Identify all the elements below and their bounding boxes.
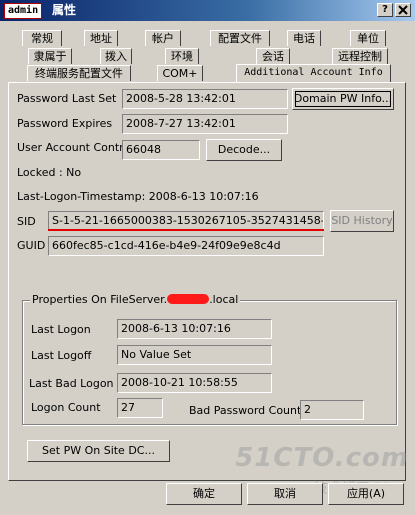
group-title-prefix: Properties On FileServer. [32,293,168,306]
password-expires-label: Password Expires [17,117,113,130]
sid-history-button[interactable]: SID History [330,210,394,232]
tab-telephones[interactable]: 电话 [287,30,321,46]
close-icon [398,5,408,15]
help-button[interactable]: ? [377,3,393,17]
tab-address[interactable]: 地址 [84,30,118,46]
uac-field: 66048 [122,140,200,160]
guid-field: 660fec85-c1cd-416e-b4e9-24f09e9e8c4d [48,236,324,256]
logon-count-label: Logon Count [31,401,101,414]
sid-underline-annotation [48,229,324,231]
tab-environment[interactable]: 环境 [165,48,199,64]
tab-sessions[interactable]: 会话 [256,48,290,64]
ok-button[interactable]: 确定 [166,483,242,505]
fileserver-group-title: Properties On FileServer. .local [30,293,241,307]
sid-field: S-1-5-21-1665000383-1530267105-352743145… [48,211,324,231]
guid-label: GUID [17,239,46,252]
set-pw-on-site-dc-button[interactable]: Set PW On Site DC... [27,440,170,462]
decode-button[interactable]: Decode... [206,139,282,161]
apply-button[interactable]: 应用(A) [328,483,404,505]
tab-com-plus[interactable]: COM+ [157,65,203,81]
bad-password-count-field: 2 [300,400,364,420]
window-title: 属性 [52,3,77,17]
password-expires-field: 2008-7-27 13:42:01 [122,114,288,134]
tab-profile[interactable]: 配置文件 [210,30,270,46]
tab-remote-control[interactable]: 远程控制 [332,48,388,64]
last-logon-label: Last Logon [31,323,91,336]
logon-count-field: 27 [117,398,163,418]
password-last-set-field: 2008-5-28 13:42:01 [122,89,288,109]
last-bad-logon-field: 2008-10-21 10:58:55 [117,373,272,393]
sid-label: SID [17,215,36,228]
last-logon-timestamp: Last-Logon-Timestamp: 2008-6-13 10:07:16 [17,190,259,203]
cancel-button[interactable]: 取消 [247,483,323,505]
locked-status: Locked : No [17,166,82,179]
tab-terminal-services-profile[interactable]: 终端服务配置文件 [27,65,131,81]
redacted-server-name [167,294,210,304]
title-bar[interactable]: admin 属性 ? [0,0,415,21]
tab-member-of[interactable]: 隶属于 [28,48,72,64]
uac-label: User Account Control [17,141,134,154]
properties-dialog: admin 属性 ? 常规 地址 帐户 配置文件 电话 单位 隶属于 拨入 环境… [0,0,415,515]
bad-password-count-label: Bad Password Count [189,404,302,417]
last-bad-logon-label: Last Bad Logon [29,377,114,390]
site-watermark: 51CTO.com [235,443,409,473]
last-logoff-label: Last Logoff [31,349,92,362]
last-logoff-field: No Value Set [117,345,272,365]
title-user-badge: admin [4,3,43,19]
tab-general[interactable]: 常规 [22,30,62,46]
tab-dial-in[interactable]: 拨入 [100,48,132,64]
tab-account[interactable]: 帐户 [145,30,181,46]
tab-organization[interactable]: 单位 [350,30,386,46]
password-last-set-label: Password Last Set [17,92,117,105]
tab-additional-account-info[interactable]: Additional Account Info [236,64,391,82]
last-logon-field: 2008-6-13 10:07:16 [117,319,272,339]
domain-pw-info-button[interactable]: Domain PW Info... [292,88,394,110]
group-title-suffix: .local [209,293,239,306]
close-button[interactable] [395,3,411,17]
